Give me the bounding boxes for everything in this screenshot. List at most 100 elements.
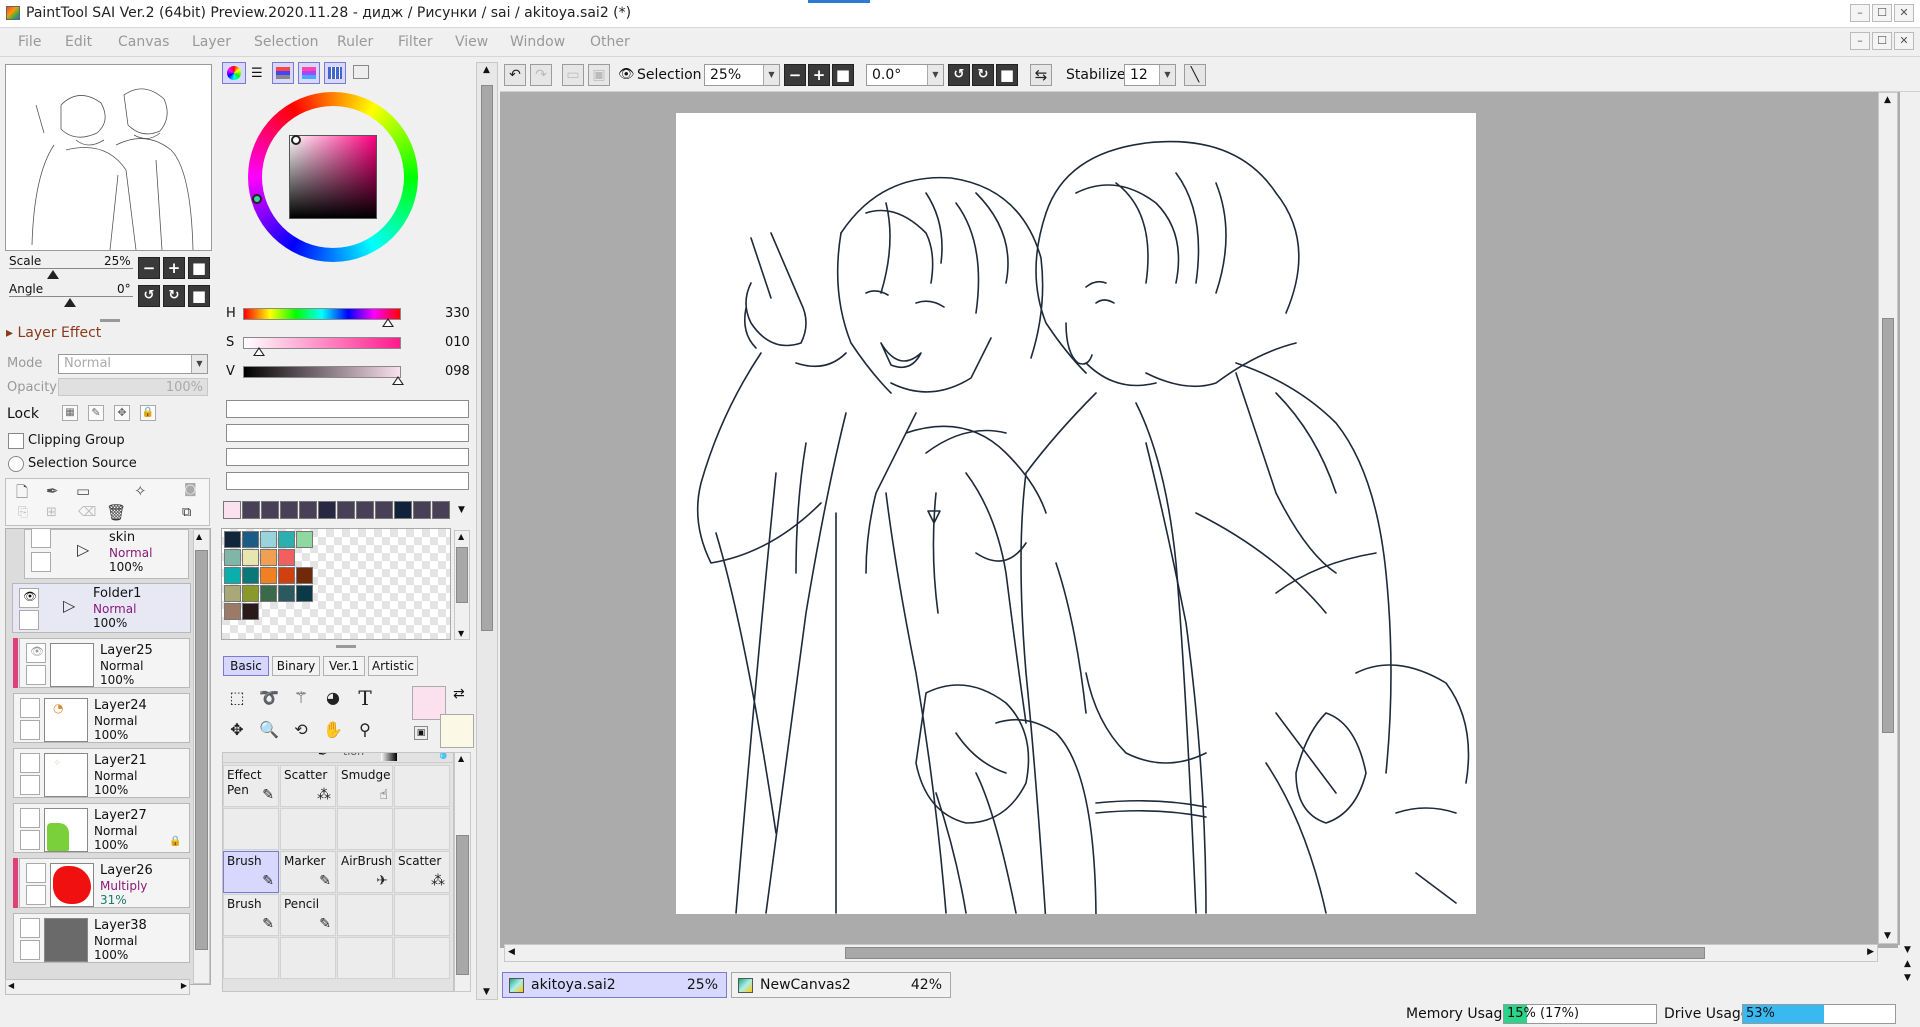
scroll-down-icon[interactable]: ▼ bbox=[1904, 973, 1911, 983]
canvas-hscroll-thumb[interactable] bbox=[845, 947, 1705, 959]
recent-color[interactable] bbox=[413, 501, 431, 519]
swap-colors-icon[interactable]: ⇄ bbox=[453, 686, 465, 702]
layer-mask-icon[interactable]: ◙ bbox=[184, 482, 197, 497]
clear-layer-icon[interactable]: ⌫ bbox=[78, 505, 96, 520]
scale-slider-thumb[interactable] bbox=[47, 270, 59, 279]
recent-color[interactable] bbox=[394, 501, 412, 519]
gradient-tab[interactable] bbox=[298, 62, 320, 84]
lock-toggle[interactable] bbox=[20, 940, 40, 960]
transparent-color-icon[interactable]: ▣ bbox=[414, 726, 428, 740]
menu-view[interactable]: View bbox=[455, 34, 488, 50]
layer-list-hscrollbar[interactable]: ◀ ▶ bbox=[5, 979, 190, 995]
color-swatch[interactable] bbox=[242, 531, 259, 548]
lock-move-icon[interactable]: ✥ bbox=[114, 405, 130, 421]
scroll-up-icon[interactable]: ▲ bbox=[458, 532, 464, 541]
doc-close-button[interactable]: ✕ bbox=[1894, 32, 1914, 50]
lock-transparency-icon[interactable]: ▦ bbox=[62, 405, 78, 421]
menu-filter[interactable]: Filter bbox=[398, 34, 433, 50]
folder-expand-icon[interactable]: ▷ bbox=[77, 540, 89, 559]
brush-empty-slot[interactable] bbox=[223, 937, 279, 979]
brush-scatter[interactable]: Scatter ⁂ bbox=[280, 765, 336, 807]
scroll-up-icon[interactable]: ▲ bbox=[458, 754, 464, 763]
brush-empty-slot[interactable] bbox=[394, 894, 450, 936]
visibility-toggle[interactable] bbox=[31, 529, 51, 548]
canvas-hscrollbar[interactable]: ◀ ▶ bbox=[504, 944, 1878, 962]
layer-row-layer27[interactable]: Layer27 Normal 100% 🔒 bbox=[13, 803, 190, 853]
recent-color[interactable] bbox=[261, 501, 279, 519]
tab-basic[interactable]: Basic bbox=[223, 656, 269, 676]
stabilizer-select[interactable]: 12 ▼ bbox=[1124, 64, 1176, 86]
text-tool-icon[interactable]: T bbox=[351, 684, 379, 712]
recent-color[interactable] bbox=[223, 501, 241, 519]
new-layer-icon[interactable]: 🗋 bbox=[16, 482, 28, 507]
visibility-toggle[interactable]: 👁 bbox=[26, 643, 46, 663]
layer-row-layer26[interactable]: Layer26 Multiply 31% bbox=[19, 858, 190, 908]
blend-mode-select[interactable]: Normal ▼ bbox=[58, 354, 208, 374]
layer-effect-header[interactable]: ▸ Layer Effect bbox=[6, 325, 101, 341]
extra-slider-2[interactable] bbox=[226, 424, 469, 442]
brush-effect-pen[interactable]: Effect Pen ✎ bbox=[223, 765, 279, 807]
brush-empty-slot[interactable] bbox=[337, 808, 393, 850]
rotate-right-button[interactable]: ↻ bbox=[972, 64, 994, 86]
chevron-down-icon[interactable]: ▼ bbox=[458, 505, 465, 515]
brush-marker[interactable]: Marker ✎ bbox=[280, 851, 336, 893]
scratchpad-icon[interactable] bbox=[353, 65, 369, 79]
color-swatch[interactable] bbox=[296, 585, 313, 602]
layer-row-layer21[interactable]: ✧ Layer21 Normal 100% bbox=[13, 748, 190, 798]
menu-edit[interactable]: Edit bbox=[65, 34, 92, 50]
color-swatch[interactable] bbox=[242, 585, 259, 602]
hand-icon[interactable]: ✋ bbox=[319, 716, 347, 744]
menu-file[interactable]: File bbox=[18, 34, 41, 50]
color-swatch[interactable] bbox=[224, 549, 241, 566]
undo-button[interactable]: ↶ bbox=[504, 64, 526, 86]
tab-binary[interactable]: Binary bbox=[272, 656, 320, 676]
visibility-toggle[interactable] bbox=[20, 753, 40, 773]
secondary-color-swatch[interactable] bbox=[440, 714, 474, 748]
color-swatch[interactable] bbox=[278, 531, 295, 548]
new-pen-layer-icon[interactable]: ✒ bbox=[46, 482, 59, 500]
hue-slider-thumb[interactable] bbox=[381, 318, 394, 327]
eye-icon[interactable]: 👁 bbox=[618, 67, 635, 82]
scroll-left-icon[interactable]: ◀ bbox=[8, 981, 14, 990]
doc-restore-button[interactable]: ☐ bbox=[1872, 32, 1892, 50]
rotate-icon[interactable]: ⟲ bbox=[287, 716, 315, 744]
layer-row-folder1[interactable]: 👁 ▷ Folder1 Normal 100% bbox=[12, 583, 191, 633]
menu-other[interactable]: Other bbox=[590, 34, 630, 50]
deselect-button[interactable]: ▭ bbox=[562, 64, 584, 86]
brush-scatter-2[interactable]: Scatter ⁂ bbox=[394, 851, 450, 893]
extra-slider-3[interactable] bbox=[226, 448, 469, 466]
brush-empty-slot[interactable] bbox=[280, 808, 336, 850]
brush-empty-slot[interactable] bbox=[280, 937, 336, 979]
color-swatch[interactable] bbox=[260, 531, 277, 548]
color-swatch[interactable] bbox=[278, 585, 295, 602]
swatch-tab[interactable] bbox=[324, 62, 346, 84]
magic-wand-icon[interactable]: ⚚ bbox=[287, 684, 315, 712]
canvas-area[interactable]: ▲ ▼ ◀ ▶ bbox=[500, 92, 1900, 962]
rotate-right-button[interactable]: ↻ bbox=[163, 285, 185, 307]
brush-airbrush[interactable]: AirBrush ✈ bbox=[337, 851, 393, 893]
brush-empty-slot[interactable] bbox=[337, 937, 393, 979]
zoom-out-button[interactable]: − bbox=[138, 257, 160, 279]
visibility-toggle[interactable] bbox=[20, 918, 40, 938]
hue-ring[interactable] bbox=[248, 92, 418, 262]
recent-color[interactable] bbox=[242, 501, 260, 519]
rotate-reset-button[interactable]: ■ bbox=[188, 285, 210, 307]
zoom-reset-button[interactable]: ■ bbox=[832, 64, 854, 86]
swatch-scroll-thumb[interactable] bbox=[456, 547, 468, 603]
opacity-slider[interactable]: 100% bbox=[58, 378, 208, 396]
invert-selection-button[interactable]: ▣ bbox=[588, 64, 610, 86]
brush-empty-slot[interactable] bbox=[337, 894, 393, 936]
flip-horizontal-button[interactable]: ⇆ bbox=[1030, 64, 1052, 86]
zoom-reset-button[interactable]: ■ bbox=[188, 257, 210, 279]
panel-scroll-thumb[interactable] bbox=[481, 85, 493, 631]
color-swatch[interactable] bbox=[260, 585, 277, 602]
visibility-toggle[interactable]: 👁 bbox=[19, 588, 39, 608]
rect-select-icon[interactable]: ⬚ bbox=[223, 684, 251, 712]
splitter-grip[interactable] bbox=[100, 319, 120, 322]
lock-toggle[interactable] bbox=[26, 665, 46, 685]
color-swatch[interactable] bbox=[242, 603, 259, 620]
layer-row-layer24[interactable]: ◔ Layer24 Normal 100% bbox=[13, 693, 190, 743]
brush-brush-selected[interactable]: Brush ✎ bbox=[223, 851, 279, 893]
move-icon[interactable]: ✥ bbox=[223, 716, 251, 744]
recent-color[interactable] bbox=[375, 501, 393, 519]
